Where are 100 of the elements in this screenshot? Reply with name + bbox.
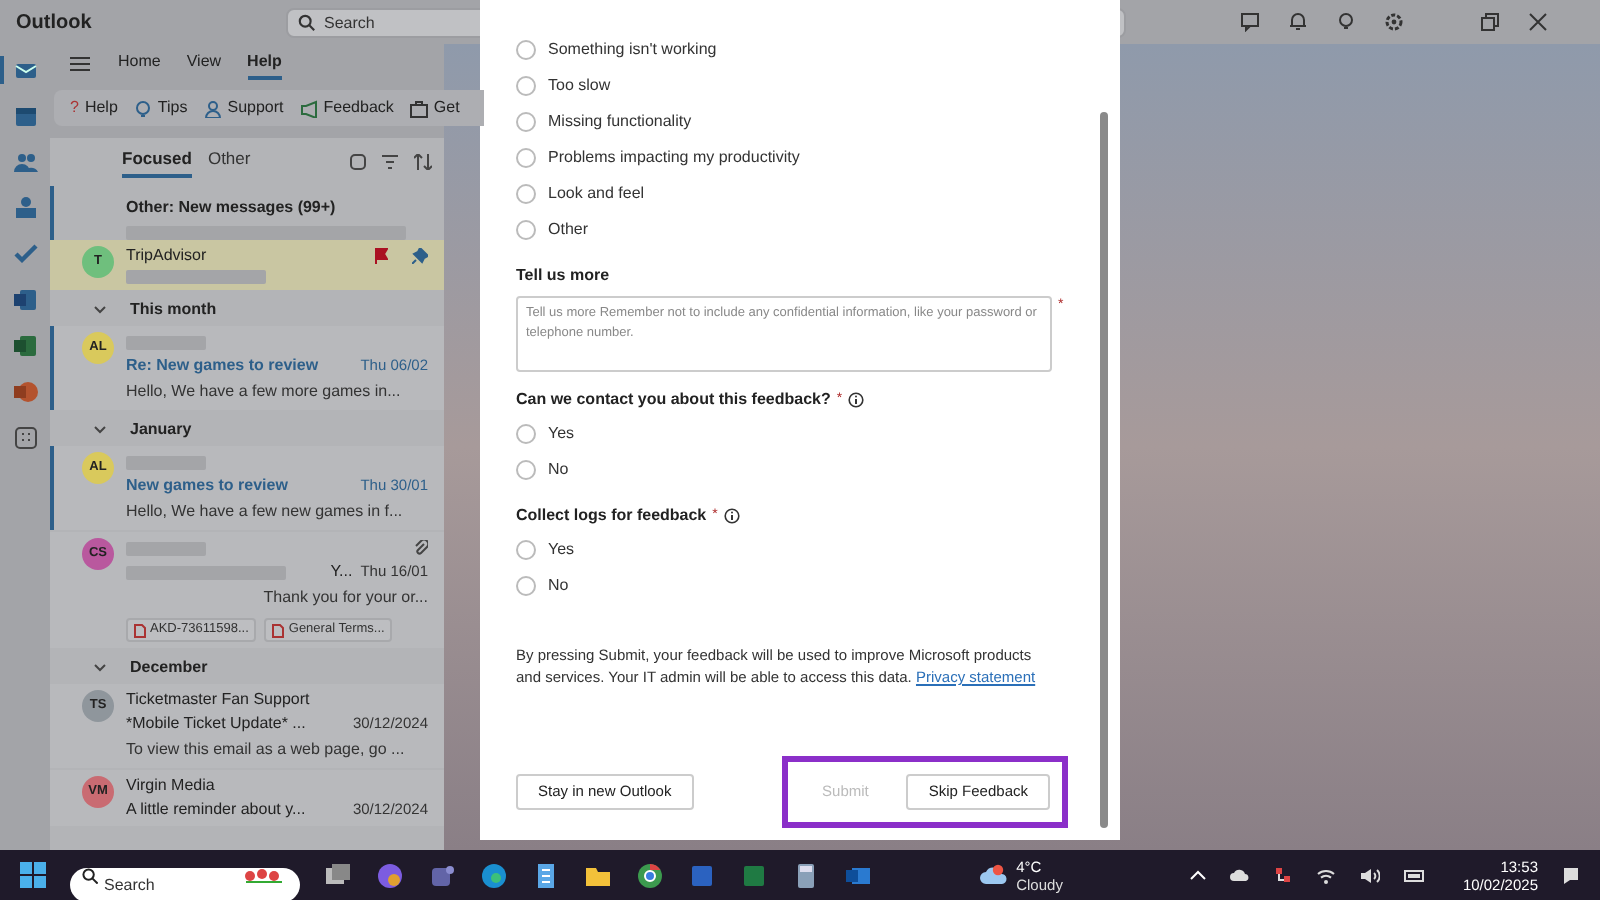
app-title: Outlook: [16, 9, 94, 37]
radio-button[interactable]: [516, 112, 536, 132]
message-preview: To view this email as a web page, go ...: [126, 738, 407, 762]
bell-icon[interactable]: [1288, 12, 1308, 32]
paperclip-icon[interactable]: [414, 540, 428, 556]
notification-icon[interactable]: [1562, 865, 1580, 885]
check-icon[interactable]: [13, 242, 37, 266]
chevron-icon[interactable]: [94, 305, 106, 313]
option-label: Look and feel: [548, 182, 645, 206]
person-icon: [203, 99, 222, 117]
radio-button[interactable]: [516, 540, 536, 560]
ribbon-button[interactable]: Get: [409, 96, 460, 120]
radio-button[interactable]: [516, 184, 536, 204]
section-header: This month: [130, 297, 217, 321]
radio-button[interactable]: [516, 220, 536, 240]
calendar-icon[interactable]: [13, 104, 37, 128]
question-title: Can we contact you about this feedback?: [516, 388, 831, 412]
teams-icon[interactable]: [428, 861, 456, 889]
cloud-icon: [980, 864, 1009, 886]
chrome-icon[interactable]: [636, 861, 664, 889]
sort-icon[interactable]: [414, 154, 432, 170]
message-preview: Thank you for your or...: [263, 586, 428, 610]
groups-icon[interactable]: [13, 196, 37, 220]
presentation-app-icon[interactable]: [13, 380, 37, 404]
info-icon[interactable]: [848, 392, 865, 408]
message-subject: Re: New games to review: [126, 354, 319, 378]
radio-button[interactable]: [516, 424, 536, 444]
select-icon[interactable]: [350, 154, 366, 170]
lightbulb-icon: [133, 99, 152, 117]
settings-icon[interactable]: [1384, 12, 1404, 32]
document-app-icon[interactable]: [13, 288, 37, 312]
ribbon-button[interactable]: Tips: [133, 96, 188, 120]
sender-name: TripAdvisor: [126, 244, 207, 268]
wifi-icon[interactable]: [1316, 867, 1337, 883]
task-view-icon[interactable]: [324, 861, 352, 889]
chevron-up-icon[interactable]: [1190, 870, 1207, 880]
apps-icon[interactable]: [13, 426, 37, 450]
option-label: Yes: [548, 422, 575, 446]
mail-tab[interactable]: Focused: [122, 146, 192, 178]
menu-tab[interactable]: Help: [247, 49, 282, 79]
chat-icon[interactable]: [1240, 12, 1260, 32]
banner-title: Other: New messages (99+): [126, 196, 338, 220]
option-label: Missing functionality: [548, 110, 692, 134]
section-header: December: [130, 655, 208, 679]
option-label: No: [548, 574, 569, 598]
message-subject: New games to review: [126, 474, 288, 498]
question-title: Tell us more: [516, 264, 610, 288]
message-subject: Y...: [330, 560, 353, 584]
search-icon: [298, 13, 316, 31]
chevron-icon[interactable]: [94, 663, 106, 671]
network-icon[interactable]: [1274, 866, 1293, 884]
spreadsheet-app-icon[interactable]: [740, 861, 768, 889]
message-preview: Hello, We have a few more games in...: [126, 380, 403, 404]
section-header: January: [130, 417, 192, 441]
sender-name: Ticketmaster Fan Support: [126, 688, 310, 712]
menu-tab[interactable]: Home: [118, 49, 161, 79]
chevron-icon[interactable]: [94, 425, 106, 433]
notepad-icon[interactable]: [532, 861, 560, 889]
radio-button[interactable]: [516, 576, 536, 596]
radio-button[interactable]: [516, 460, 536, 480]
pin-icon[interactable]: [412, 248, 428, 264]
cloud-icon[interactable]: [1230, 868, 1251, 882]
restore-icon[interactable]: [1480, 12, 1500, 32]
pdf-file-icon: [272, 623, 285, 637]
filter-icon[interactable]: [382, 154, 398, 170]
pdf-file-icon: [134, 623, 146, 637]
menu-tab[interactable]: View: [186, 49, 222, 79]
mail-tab[interactable]: Other: [207, 146, 251, 178]
ribbon-button[interactable]: Feedback: [299, 96, 394, 120]
lightbulb-icon[interactable]: [1336, 12, 1356, 32]
copilot-icon[interactable]: [376, 861, 404, 889]
mail-icon[interactable]: [13, 58, 37, 82]
speaker-icon[interactable]: [1360, 867, 1381, 883]
flag-icon[interactable]: [374, 248, 388, 264]
message-subject: *Mobile Ticket Update* ...: [126, 712, 306, 736]
edge-icon[interactable]: [480, 861, 508, 889]
message-subject: A little reminder about y...: [126, 798, 306, 822]
menu-icon[interactable]: [70, 56, 90, 72]
calculator-icon[interactable]: [792, 861, 820, 889]
start-icon[interactable]: [20, 862, 46, 888]
radio-button[interactable]: [516, 148, 536, 168]
close-icon[interactable]: [1528, 12, 1548, 32]
option-label: Problems impacting my productivity: [548, 146, 800, 170]
search-icon: [82, 867, 98, 883]
people-icon[interactable]: [13, 150, 37, 174]
blurred-text: [126, 270, 266, 284]
megaphone-icon: [299, 99, 318, 117]
option-label: Something isn't working: [548, 38, 717, 62]
radio-button[interactable]: [516, 76, 536, 96]
spreadsheet-app-icon[interactable]: [13, 334, 37, 358]
info-icon[interactable]: [723, 508, 740, 524]
document-app-icon[interactable]: [688, 861, 716, 889]
battery-icon[interactable]: [1404, 868, 1427, 882]
ribbon-button[interactable]: ? Help: [70, 96, 118, 120]
option-label: Other: [548, 218, 589, 242]
radio-button[interactable]: [516, 40, 536, 60]
ribbon-button[interactable]: Support: [203, 96, 284, 120]
taskbar-search[interactable]: Search: [70, 868, 300, 900]
briefcase-icon: [409, 99, 428, 117]
doodle-icon: [244, 866, 284, 884]
